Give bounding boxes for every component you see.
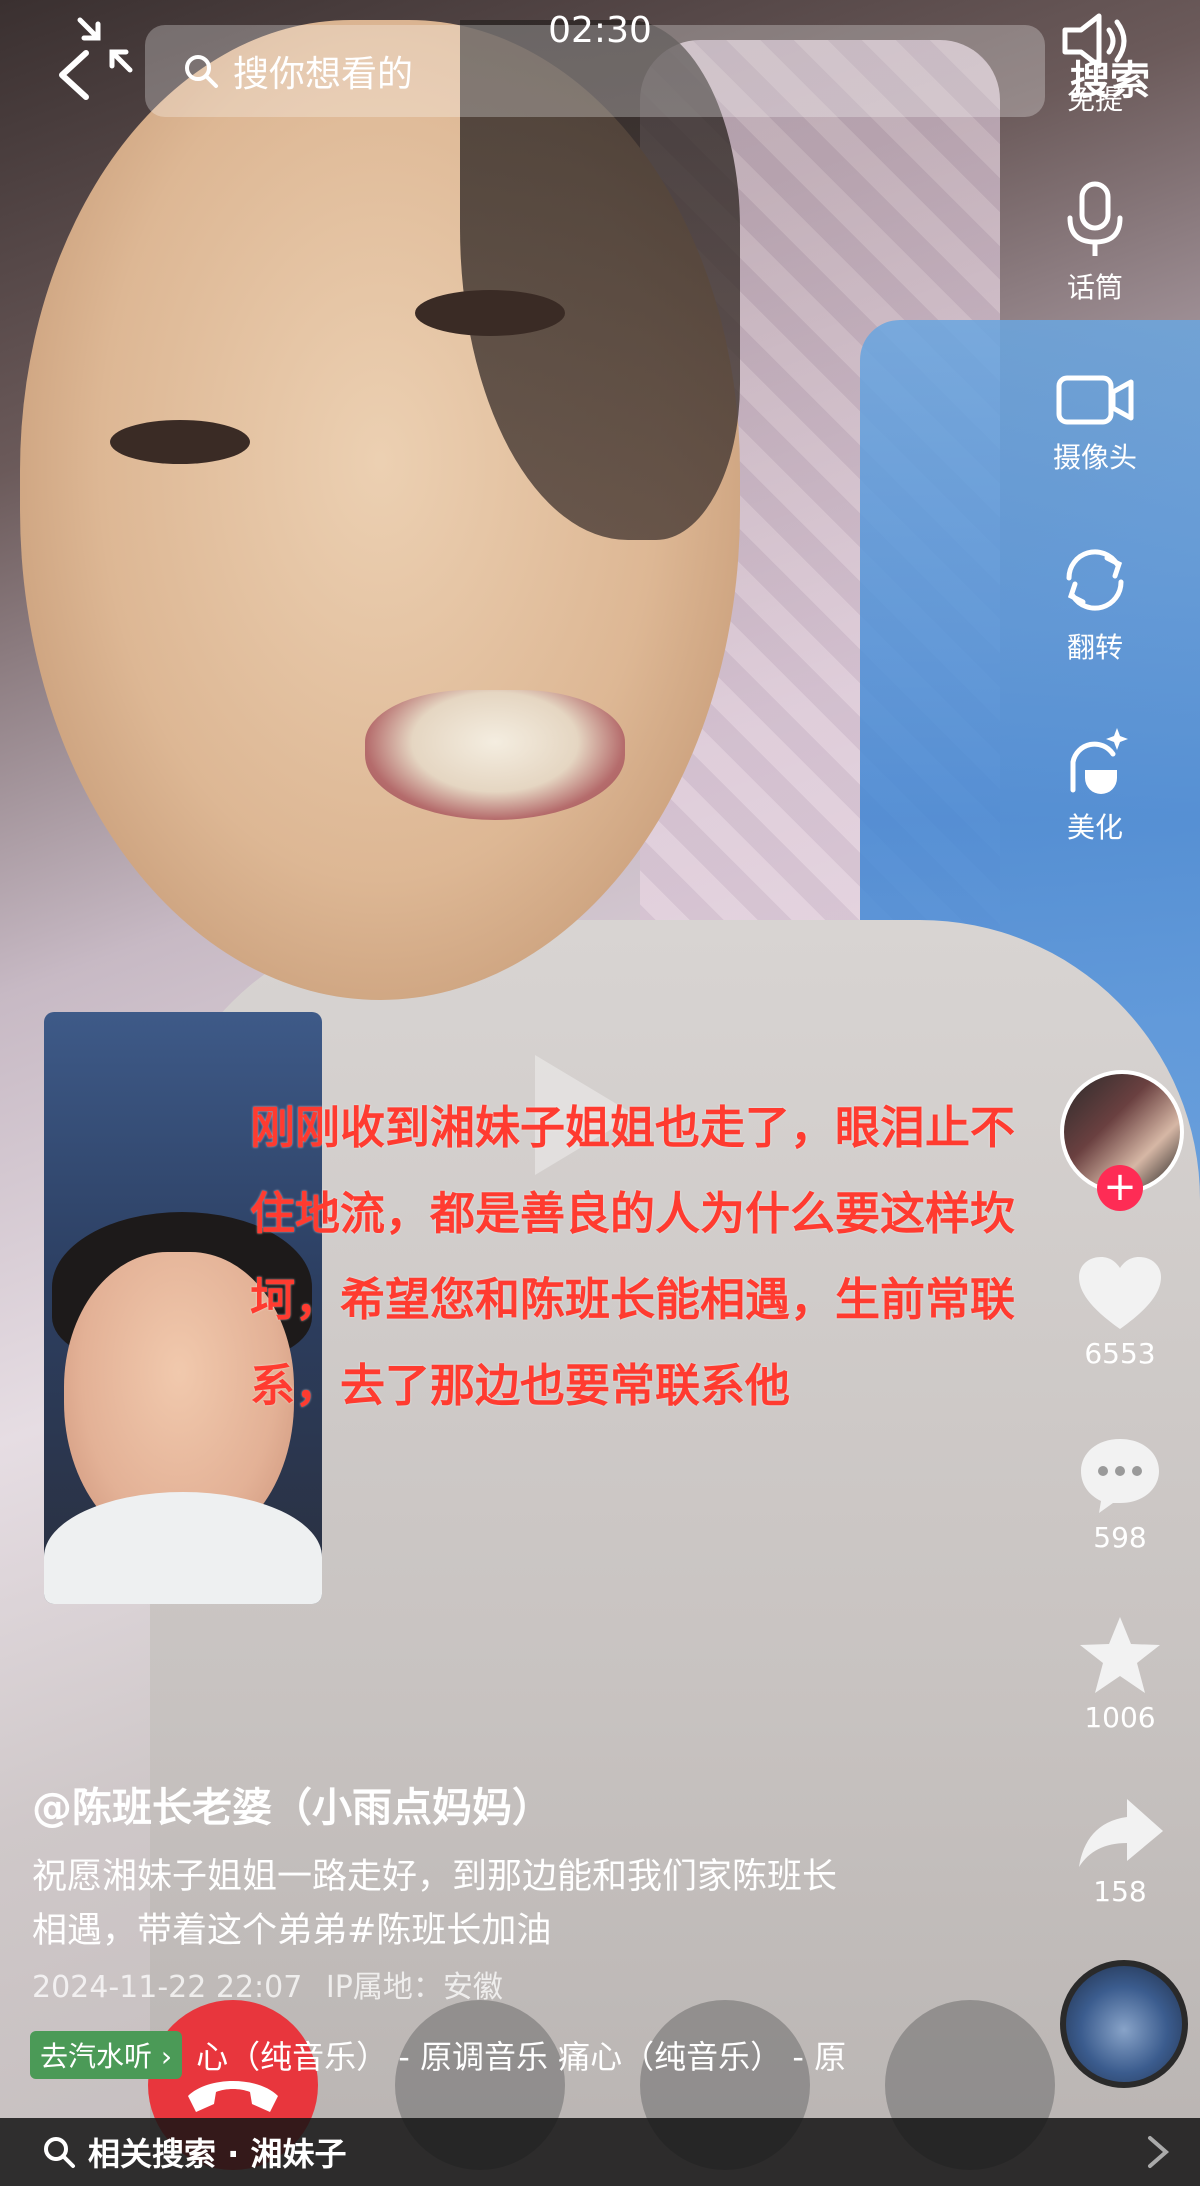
like-button[interactable]: 6553 <box>1070 1255 1170 1370</box>
caption-line: 系，去了那边也要常联系他 <box>250 1360 791 1411</box>
search-icon <box>185 55 218 88</box>
search-input[interactable]: 搜你想看的 <box>145 25 1045 117</box>
camera-button[interactable]: 摄像头 <box>1025 370 1165 476</box>
speaker-icon <box>1062 13 1127 69</box>
flip-label: 翻转 <box>1066 631 1123 664</box>
beautify-button[interactable]: 美化 <box>1025 720 1165 846</box>
beautify-label: 美化 <box>1066 811 1123 844</box>
microphone-label: 话筒 <box>1066 271 1123 304</box>
flip-icon <box>1066 549 1124 611</box>
comment-count: 598 <box>1093 1521 1147 1554</box>
related-search-bar[interactable]: 相关搜索 · 湘妹子 <box>0 2118 1200 2186</box>
music-track[interactable]: 心（纯音乐） - 原调音乐 痛心（纯音乐） - 原 <box>196 2032 846 2078</box>
left-eye <box>110 420 250 464</box>
caption-line: 坷，希望您和陈班长能相遇，生前常联 <box>250 1274 1016 1325</box>
star-icon <box>1080 1617 1160 1693</box>
related-search-label: 相关搜索 · 湘妹子 <box>88 2135 347 2173</box>
follow-plus-icon[interactable]: + <box>1097 1165 1143 1211</box>
comment-icon <box>1081 1439 1159 1513</box>
pip-shirt <box>44 1492 322 1604</box>
heart-icon <box>1079 1257 1161 1329</box>
author-username[interactable]: @陈班长老婆（小雨点妈妈） <box>32 1775 552 1833</box>
camera-icon <box>1056 375 1134 425</box>
description-line[interactable]: 相遇，带着这个弟弟#陈班长加油 <box>32 1904 992 1958</box>
comment-button[interactable]: 598 <box>1070 1435 1170 1554</box>
search-placeholder: 搜你想看的 <box>233 54 414 95</box>
right-eye <box>415 290 565 336</box>
microphone-icon <box>1067 181 1123 256</box>
caption-line: 刚刚收到湘妹子姐姐也走了，眼泪止不 <box>250 1102 1016 1153</box>
chevron-right-icon <box>1148 2136 1170 2168</box>
like-count: 6553 <box>1084 1337 1156 1370</box>
share-button[interactable]: 158 <box>1070 1795 1170 1908</box>
speaker-button[interactable]: 免提 <box>1025 10 1165 118</box>
caption-line: 住地流，都是善良的人为什么要这样坎 <box>250 1188 1016 1239</box>
share-count: 158 <box>1093 1875 1147 1908</box>
favorite-count: 1006 <box>1084 1701 1156 1734</box>
overlay-caption: 刚刚收到湘妹子姐姐也走了，眼泪止不 住地流，都是善良的人为什么要这样坎 坷，希望… <box>250 1085 1110 1429</box>
description-line: 祝愿湘妹子姐姐一路走好，到那边能和我们家陈班长 <box>32 1857 838 1897</box>
beautify-icon <box>1070 728 1128 794</box>
flip-button[interactable]: 翻转 <box>1025 540 1165 666</box>
favorite-button[interactable]: 1006 <box>1070 1615 1170 1734</box>
search-icon <box>44 2137 75 2168</box>
share-icon <box>1079 1799 1163 1867</box>
mouth <box>365 690 625 820</box>
shrink-window-icon[interactable] <box>70 10 140 80</box>
post-description: 祝愿湘妹子姐姐一路走好，到那边能和我们家陈班长 相遇，带着这个弟弟#陈班长加油 <box>32 1850 992 1958</box>
music-row[interactable]: 去汽水听 › 心（纯音乐） - 原调音乐 痛心（纯音乐） - 原 <box>30 2030 846 2080</box>
microphone-button[interactable]: 话筒 <box>1025 180 1165 306</box>
music-app-chip[interactable]: 去汽水听 › <box>30 2031 183 2079</box>
music-disc[interactable] <box>1060 1960 1188 2088</box>
camera-label: 摄像头 <box>1052 441 1137 474</box>
speaker-label: 免提 <box>1066 83 1123 116</box>
